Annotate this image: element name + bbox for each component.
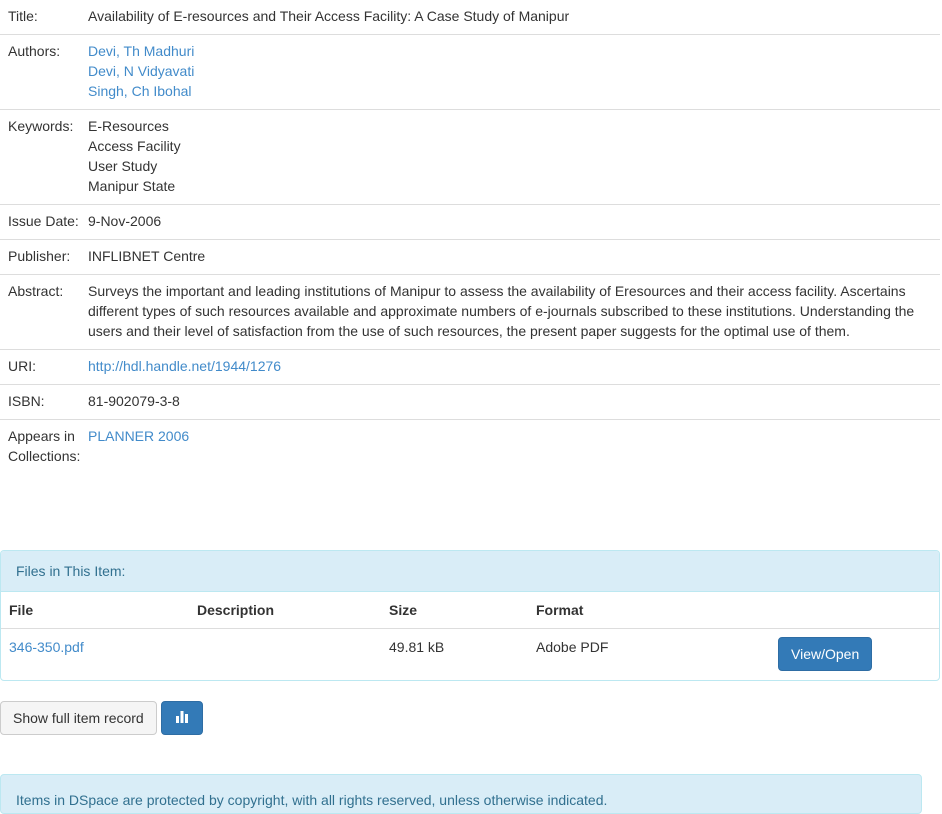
keyword: User Study: [88, 158, 158, 174]
file-description: [189, 629, 381, 681]
file-link[interactable]: 346-350.pdf: [9, 639, 84, 655]
keywords-label: Keywords:: [8, 118, 74, 134]
publisher-label: Publisher:: [8, 248, 71, 264]
column-header-action: [770, 592, 939, 629]
files-table: File Description Size Format 346-350.pdf…: [1, 592, 939, 680]
author-link[interactable]: Singh, Ch Ibohal: [88, 83, 192, 99]
authors-list: Devi, Th Madhuri Devi, N Vidyavati Singh…: [88, 41, 940, 101]
column-header-file: File: [1, 592, 189, 629]
table-row: 346-350.pdf 49.81 kB Adobe PDF View/Open: [1, 629, 939, 681]
metadata-row-issue-date: Issue Date: 9-Nov-2006: [0, 205, 940, 240]
metadata-row-uri: URI: http://hdl.handle.net/1944/1276: [0, 350, 940, 385]
statistics-button[interactable]: [161, 701, 203, 735]
title-label: Title:: [8, 8, 38, 24]
column-header-format: Format: [528, 592, 770, 629]
isbn: 81-902079-3-8: [88, 393, 180, 409]
author-link[interactable]: Devi, N Vidyavati: [88, 63, 194, 79]
abstract-text: Surveys the important and leading instit…: [88, 283, 915, 339]
issue-date: 9-Nov-2006: [88, 213, 162, 229]
view-open-button[interactable]: View/Open: [778, 637, 873, 671]
metadata-row-publisher: Publisher: INFLIBNET Centre: [0, 240, 940, 275]
metadata-row-collections: Appears in Collections: PLANNER 2006: [0, 420, 940, 474]
uri-link[interactable]: http://hdl.handle.net/1944/1276: [88, 358, 281, 374]
issue-date-label: Issue Date:: [8, 213, 79, 229]
copyright-notice: Items in DSpace are protected by copyrig…: [0, 774, 922, 814]
show-full-record-button[interactable]: Show full item record: [0, 701, 157, 735]
keywords-list: E-Resources Access Facility User Study M…: [88, 116, 940, 196]
column-header-size: Size: [381, 592, 528, 629]
uri-label: URI:: [8, 358, 36, 374]
metadata-row-title: Title: Availability of E-resources and T…: [0, 0, 940, 35]
files-table-header: File Description Size Format: [1, 592, 939, 629]
file-size: 49.81 kB: [389, 639, 445, 655]
author-link[interactable]: Devi, Th Madhuri: [88, 43, 194, 59]
metadata-row-keywords: Keywords: E-Resources Access Facility Us…: [0, 110, 940, 205]
collection-link[interactable]: PLANNER 2006: [88, 428, 189, 444]
keyword: Manipur State: [88, 178, 176, 194]
files-panel-heading: Files in This Item:: [1, 551, 939, 592]
file-format: Adobe PDF: [536, 639, 609, 655]
metadata-row-isbn: ISBN: 81-902079-3-8: [0, 385, 940, 420]
item-metadata-table: Title: Availability of E-resources and T…: [0, 0, 940, 474]
files-panel: Files in This Item: File Description Siz…: [0, 550, 940, 681]
abstract-label: Abstract:: [8, 283, 64, 299]
collections-label: Appears in Collections:: [8, 428, 81, 464]
isbn-label: ISBN:: [8, 393, 45, 409]
metadata-row-authors: Authors: Devi, Th Madhuri Devi, N Vidyav…: [0, 35, 940, 110]
bar-chart-icon: [175, 708, 189, 728]
column-header-description: Description: [189, 592, 381, 629]
authors-label: Authors:: [8, 43, 61, 59]
keyword: E-Resources: [88, 118, 169, 134]
item-title: Availability of E-resources and Their Ac…: [88, 8, 570, 24]
publisher: INFLIBNET Centre: [88, 248, 206, 264]
keyword: Access Facility: [88, 138, 181, 154]
metadata-row-abstract: Abstract: Surveys the important and lead…: [0, 275, 940, 350]
